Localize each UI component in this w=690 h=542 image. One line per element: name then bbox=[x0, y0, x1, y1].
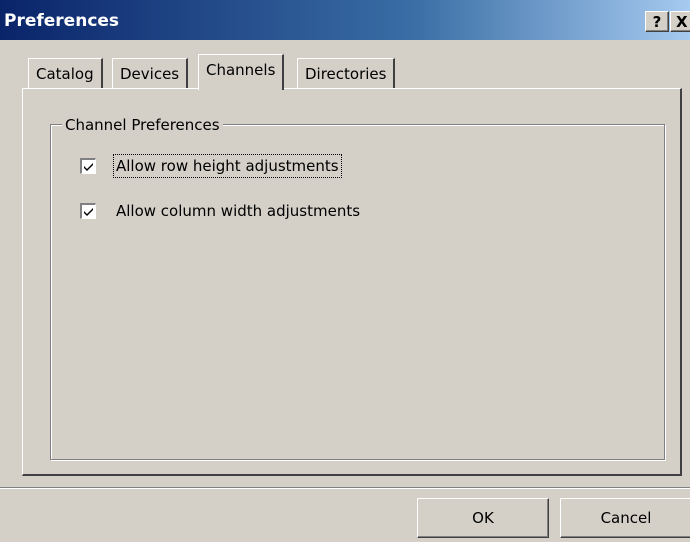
checkmark-icon bbox=[84, 208, 93, 216]
column-width-checkbox[interactable] bbox=[80, 203, 96, 219]
window-title: Preferences bbox=[4, 11, 120, 31]
column-width-option[interactable]: Allow column width adjustments bbox=[80, 200, 362, 222]
separator-highlight bbox=[0, 488, 690, 489]
checkmark-icon bbox=[84, 163, 93, 171]
row-height-checkbox[interactable] bbox=[80, 158, 96, 174]
column-width-label[interactable]: Allow column width adjustments bbox=[114, 200, 362, 222]
tab-devices[interactable]: Devices bbox=[112, 58, 189, 89]
row-height-option[interactable]: Allow row height adjustments bbox=[80, 154, 342, 178]
row-height-label[interactable]: Allow row height adjustments bbox=[113, 154, 342, 178]
title-bar: Preferences ? X bbox=[0, 0, 690, 40]
tab-directories[interactable]: Directories bbox=[297, 58, 396, 89]
help-button[interactable]: ? bbox=[645, 11, 669, 32]
close-button[interactable]: X bbox=[670, 11, 690, 32]
ok-button[interactable]: OK bbox=[417, 498, 549, 538]
cancel-button[interactable]: Cancel bbox=[560, 498, 690, 538]
group-title: Channel Preferences bbox=[62, 115, 223, 135]
tab-channels[interactable]: Channels bbox=[198, 54, 285, 90]
tab-catalog[interactable]: Catalog bbox=[28, 58, 103, 89]
